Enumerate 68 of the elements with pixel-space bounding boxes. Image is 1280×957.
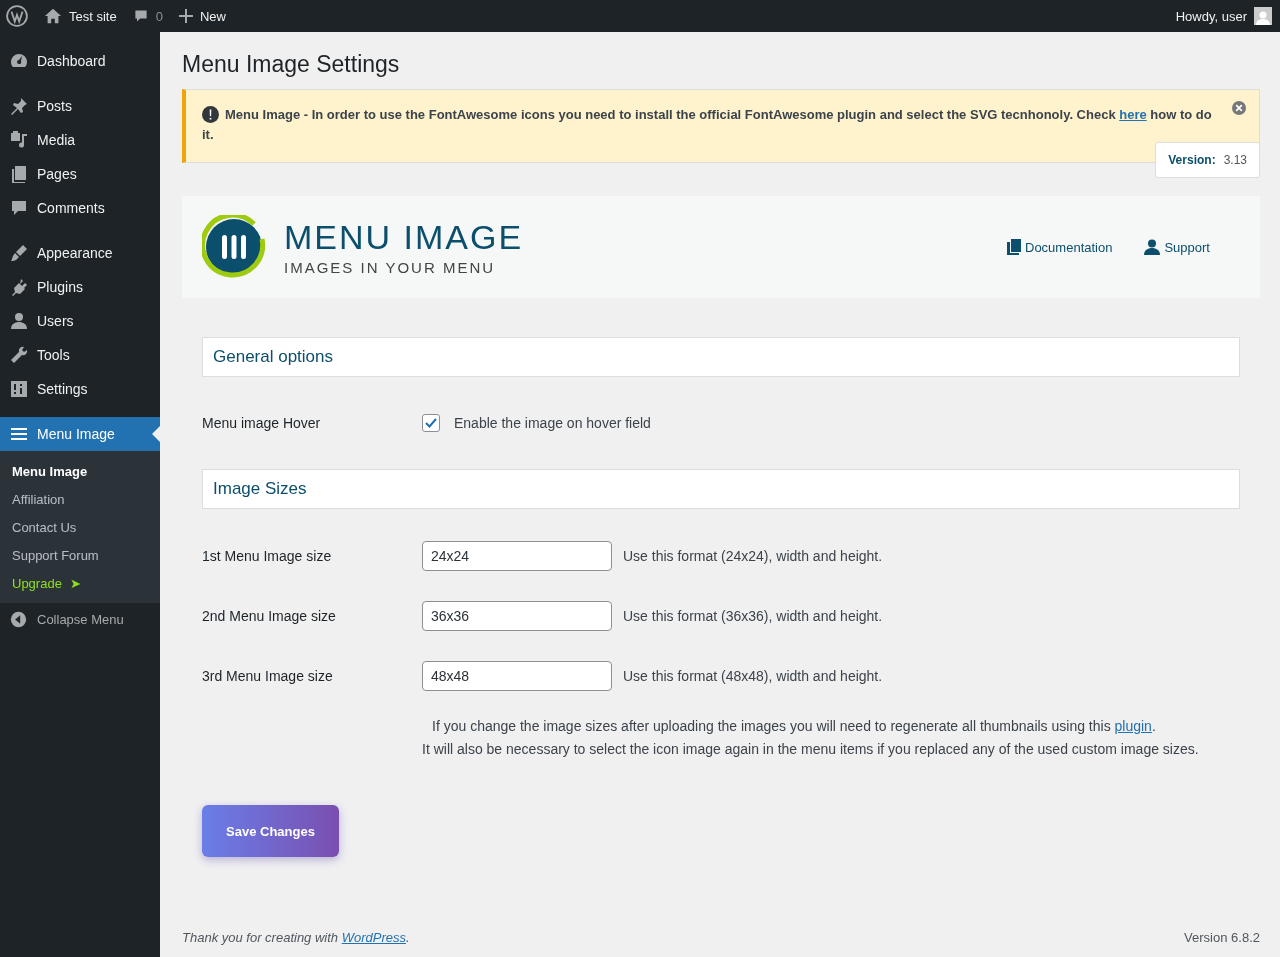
speech-bubble-icon [9, 198, 29, 218]
field-label: 2nd Menu Image size [202, 608, 337, 624]
pushpin-icon [9, 96, 29, 116]
section-header: Image Sizes [202, 469, 1240, 509]
version-badge: Version: 3.13 [1155, 142, 1260, 178]
checkbox-label: Enable the image on hover field [454, 415, 651, 431]
paintbrush-icon [9, 243, 29, 263]
home-icon [44, 7, 62, 25]
field-hint: Use this format (24x24), width and height. [623, 548, 883, 564]
wrench-icon [9, 345, 29, 365]
plugin-link[interactable]: plugin [1114, 718, 1152, 734]
sliders-icon [9, 379, 29, 399]
new-link[interactable]: New [199, 8, 226, 24]
close-icon[interactable] [1232, 101, 1246, 115]
sidebar-item[interactable]: Media [0, 123, 160, 157]
field-hint: Use this format (48x48), width and height. [623, 668, 883, 684]
person-icon [1144, 239, 1161, 255]
here-link[interactable]: here [1119, 107, 1147, 122]
book-icon [1007, 239, 1021, 255]
field-label: 3rd Menu Image size [202, 668, 334, 684]
field-label: Menu image Hover [202, 415, 322, 431]
sidebar-item[interactable]: Pages [0, 157, 160, 191]
plus-icon [178, 9, 193, 23]
sidebar-item[interactable]: Plugins [0, 270, 160, 304]
exclamation-icon [202, 106, 219, 123]
documentation-link[interactable]: Documentation [1007, 239, 1113, 255]
person-icon [9, 311, 29, 331]
site-name-link[interactable]: Test site [69, 8, 117, 24]
wordpress-logo-icon[interactable] [6, 5, 28, 27]
submenu-item[interactable]: Support Forum [0, 541, 160, 569]
sidebar-item[interactable]: Dashboard [0, 44, 160, 78]
submenu-item[interactable]: Menu Image [0, 457, 160, 485]
sidebar-item[interactable]: Settings [0, 372, 160, 406]
camera-music-icon [9, 130, 29, 150]
logo-title: MENU IMAGE [284, 218, 524, 255]
sidebar-item[interactable]: Users [0, 304, 160, 338]
speech-bubble-icon [132, 8, 149, 24]
comment-count[interactable]: 0 [155, 8, 163, 24]
page-title: Menu Image Settings [182, 51, 401, 78]
logo-icon [202, 215, 266, 279]
field-label: 1st Menu Image size [202, 548, 333, 564]
sidebar-item[interactable]: Menu Image [0, 417, 160, 451]
avatar-icon [1254, 7, 1272, 25]
size-input[interactable]: 24x24 [422, 541, 612, 571]
sidebar-item[interactable]: Posts [0, 89, 160, 123]
submenu-item[interactable]: Affiliation [0, 485, 160, 513]
greeting-link[interactable]: Howdy, user [1175, 8, 1247, 24]
logo-tagline: IMAGES IN YOUR MENU [284, 258, 497, 276]
field-hint: Use this format (36x36), width and height. [623, 608, 883, 624]
sidebar-item[interactable]: Tools [0, 338, 160, 372]
size-input[interactable]: 36x36 [422, 601, 612, 631]
size-input[interactable]: 48x48 [422, 661, 612, 691]
footer-credit: Thank you for creating with WordPress. [182, 930, 410, 945]
support-link[interactable]: Support [1144, 239, 1210, 255]
hover-checkbox[interactable] [422, 414, 440, 432]
notice-text: Menu Image - In order to use the FontAwesome icons you need to install the official FontAwesome plugin and select the SVG tecnhonoly. Check here how to do it. [202, 107, 1212, 142]
wordpress-link[interactable]: WordPress [341, 930, 406, 945]
save-button[interactable]: Save Changes [202, 805, 339, 857]
regenerate-note: If you change the image sizes after uploading the images you will need to regenerate all thumbnails using this plugin. [431, 717, 1157, 736]
pages-icon [9, 164, 29, 184]
submenu-item[interactable]: Contact Us [0, 513, 160, 541]
wordpress-version: Version 6.8.2 [1184, 930, 1260, 945]
sidebar-item[interactable]: Comments [0, 191, 160, 225]
icon-image-note: It will also be necessary to select the icon image again in the menu items if you replaced any of the used custom image sizes. [422, 740, 1200, 759]
collapse-menu-button[interactable]: Collapse Menu [0, 603, 160, 636]
section-header: General options [202, 337, 1240, 377]
submenu-item[interactable]: Upgrade ➤ [0, 569, 160, 597]
sidebar-item[interactable]: Appearance [0, 236, 160, 270]
